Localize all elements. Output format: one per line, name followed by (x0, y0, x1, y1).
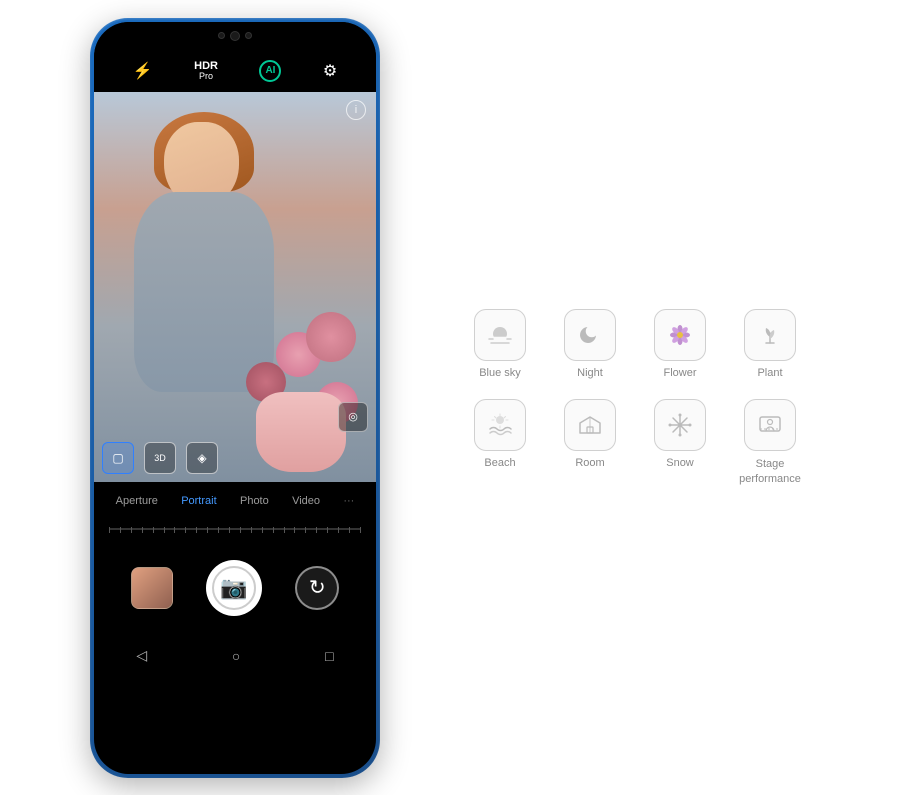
settings-icon[interactable]: ⚙ (323, 61, 337, 81)
snow-label: Snow (666, 457, 694, 469)
ar-button[interactable]: ◈ (186, 442, 218, 474)
slider-track (109, 528, 361, 530)
ai-mode-room[interactable]: Room (550, 399, 630, 486)
night-label: Night (577, 367, 603, 379)
plant-icon (744, 309, 796, 361)
home-button[interactable]: ○ (232, 648, 240, 664)
mode-photo[interactable]: Photo (234, 491, 275, 511)
gallery-thumbnail[interactable] (131, 567, 173, 609)
blue-sky-label: Blue sky (479, 367, 521, 379)
back-button[interactable]: ◁ (136, 647, 147, 664)
room-icon (564, 399, 616, 451)
stage-performance-label: Stage performance (733, 457, 808, 486)
beach-label: Beach (484, 457, 515, 469)
ai-modes-panel: Blue sky Night (440, 289, 830, 506)
room-label: Room (575, 457, 604, 469)
beach-icon (474, 399, 526, 451)
phone-notch-bar (94, 22, 376, 50)
ai-mode-stage-performance[interactable]: Stage performance (730, 399, 810, 486)
flower-icon (654, 309, 706, 361)
ai-button[interactable]: AI (259, 60, 281, 82)
stage-performance-icon (744, 399, 796, 451)
notch-cameras (218, 31, 252, 41)
snow-icon (654, 399, 706, 451)
shutter-button[interactable]: 📷 (206, 560, 262, 616)
phone-shell: ⚡ HDR Pro AI ⚙ (90, 18, 380, 778)
nav-bar: ◁ ○ □ (94, 638, 376, 674)
shutter-inner: 📷 (212, 566, 256, 610)
face-focus-button[interactable]: ◎ (338, 402, 368, 432)
mode-switcher: Aperture Portrait Photo Video ··· (94, 482, 376, 520)
ai-mode-night[interactable]: Night (550, 309, 630, 379)
photo-bottom-icons: ▢ 3D ◈ (102, 442, 218, 474)
recents-button[interactable]: □ (325, 648, 333, 664)
ai-mode-beach[interactable]: Beach (460, 399, 540, 486)
camera-topbar: ⚡ HDR Pro AI ⚙ (94, 50, 376, 92)
flash-icon[interactable]: ⚡ (133, 61, 153, 81)
plant-label: Plant (757, 367, 782, 379)
phone-inner: ⚡ HDR Pro AI ⚙ (94, 22, 376, 774)
mode-aperture[interactable]: Aperture (110, 491, 164, 511)
front-camera-main (230, 31, 240, 41)
mode-portrait[interactable]: Portrait (175, 491, 222, 511)
page-container: ⚡ HDR Pro AI ⚙ (0, 0, 920, 795)
frame-button[interactable]: ▢ (102, 442, 134, 474)
ai-mode-plant[interactable]: Plant (730, 309, 810, 379)
mode-more[interactable]: ··· (337, 491, 360, 511)
ai-mode-snow[interactable]: Snow (640, 399, 720, 486)
photo-preview (94, 92, 376, 482)
photo-flowers (236, 312, 366, 472)
blue-sky-icon (474, 309, 526, 361)
mode-video[interactable]: Video (286, 491, 326, 511)
flower-3 (306, 312, 356, 362)
front-camera-dot (218, 32, 225, 39)
ai-mode-blue-sky[interactable]: Blue sky (460, 309, 540, 379)
ai-mode-flower[interactable]: Flower (640, 309, 720, 379)
selfie-switch-button[interactable]: ↻ (295, 566, 339, 610)
camera-bottom-controls: 📷 ↻ (94, 538, 376, 638)
mode-slider-bar[interactable] (94, 520, 376, 538)
info-button[interactable]: i (346, 100, 366, 120)
3d-button[interactable]: 3D (144, 442, 176, 474)
flower-vase (256, 392, 346, 472)
side-controls: ◎ (338, 402, 368, 432)
flower-label: Flower (663, 367, 696, 379)
hdr-button[interactable]: HDR Pro (194, 60, 218, 82)
camera-viewfinder: i ◎ ▢ 3D ◈ (94, 92, 376, 482)
night-icon (564, 309, 616, 361)
front-camera-dot2 (245, 32, 252, 39)
